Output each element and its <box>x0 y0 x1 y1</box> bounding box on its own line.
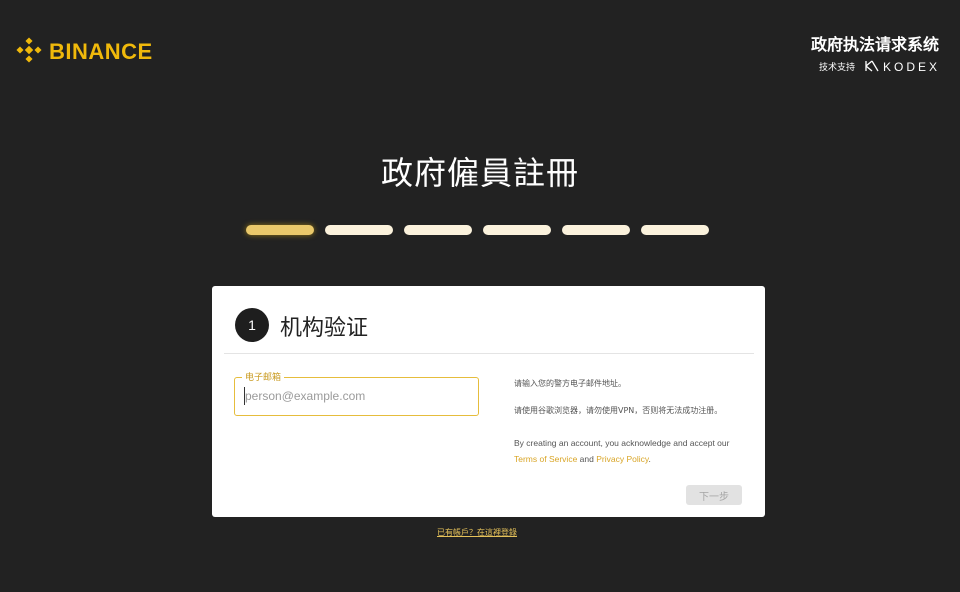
progress-step <box>325 225 393 235</box>
brand-name: BINANCE <box>49 39 153 64</box>
email-field[interactable]: 电子邮箱 <box>234 370 479 416</box>
progress-step <box>246 225 314 235</box>
consent-prefix: By creating an account, you acknowledge … <box>514 438 730 448</box>
kodex-mark-icon <box>865 57 879 76</box>
registration-page: BINANCE 政府执法请求系统 技术支持 KODEX 政府僱員註冊 1 机构验… <box>0 0 960 592</box>
verification-card: 1 机构验证 电子邮箱 请输入您的警方电子邮件地址。 请使用谷歌浏览器，请勿使用… <box>212 286 765 517</box>
progress-step <box>641 225 709 235</box>
kodex-logo: KODEX <box>865 57 940 76</box>
email-input[interactable] <box>244 387 470 405</box>
existing-account-login-link[interactable]: 已有帳戶？在這裡登錄 <box>0 527 954 538</box>
progress-step <box>483 225 551 235</box>
step-number-badge: 1 <box>235 308 269 342</box>
terms-of-service-link[interactable]: Terms of Service <box>514 454 577 464</box>
card-title: 机构验证 <box>280 316 369 341</box>
page-title: 政府僱員註冊 <box>380 154 579 192</box>
binance-logo[interactable]: BINANCE <box>15 36 153 68</box>
divider <box>224 353 754 354</box>
help-line-email: 请输入您的警方电子邮件地址。 <box>514 379 626 388</box>
privacy-policy-link[interactable]: Privacy Policy <box>596 454 648 464</box>
tech-support: 技术支持 KODEX <box>819 57 940 76</box>
support-label: 技术支持 <box>818 63 855 73</box>
kodex-text: KODEX <box>882 59 940 74</box>
progress-step <box>562 225 630 235</box>
next-step-button[interactable]: 下一步 <box>686 485 742 505</box>
help-line-browser: 请使用谷歌浏览器，请勿使用VPN，否则将无法成功注册。 <box>514 406 723 415</box>
consent-and: and <box>579 454 594 464</box>
consent-suffix: . <box>648 454 651 464</box>
consent-text: By creating an account, you acknowledge … <box>514 435 749 467</box>
registration-progress <box>246 225 709 235</box>
card-header: 1 机构验证 <box>212 286 765 354</box>
system-title: 政府执法请求系统 <box>810 35 939 54</box>
progress-step <box>404 225 472 235</box>
binance-diamond-icon <box>15 36 43 68</box>
email-label: 电子邮箱 <box>242 370 285 383</box>
